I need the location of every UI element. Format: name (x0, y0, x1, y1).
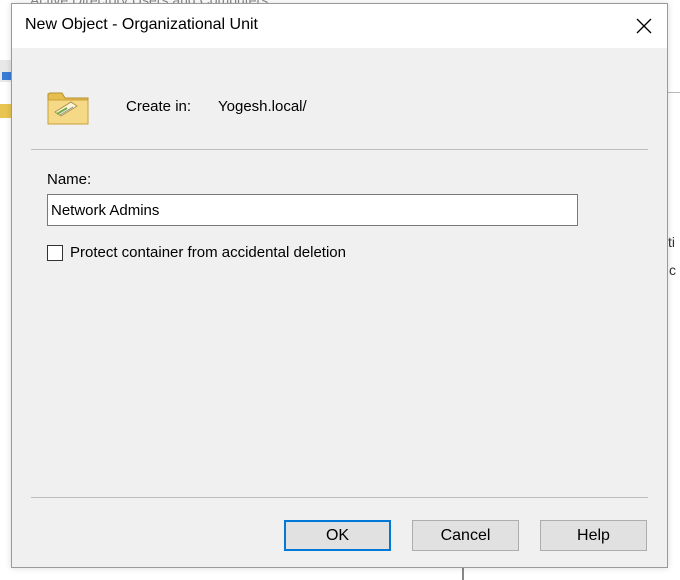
name-input[interactable] (47, 194, 578, 226)
help-button[interactable]: Help (540, 520, 647, 551)
ok-button[interactable]: OK (284, 520, 391, 551)
background-line (668, 92, 680, 93)
protect-checkbox[interactable] (47, 245, 63, 261)
close-icon (636, 18, 652, 34)
create-in-path: Yogesh.local/ (218, 98, 307, 115)
cancel-button[interactable]: Cancel (412, 520, 519, 551)
background-text-fragment: c (669, 262, 676, 278)
background-divider (462, 568, 464, 580)
header-separator (31, 149, 648, 150)
dialog-title: New Object - Organizational Unit (25, 16, 258, 33)
name-label: Name: (47, 171, 92, 188)
dialog-titlebar[interactable]: New Object - Organizational Unit (12, 4, 667, 48)
background-folder-icon (0, 104, 11, 118)
close-button[interactable] (621, 4, 667, 48)
background-selection (2, 72, 11, 80)
create-in-label: Create in: (126, 98, 192, 115)
ou-folder-icon (47, 92, 89, 125)
background-text-fragment: ti (668, 234, 675, 250)
footer-separator (31, 497, 648, 498)
new-ou-dialog: New Object - Organizational Unit Create … (11, 3, 668, 568)
protect-checkbox-label[interactable]: Protect container from accidental deleti… (70, 244, 346, 261)
